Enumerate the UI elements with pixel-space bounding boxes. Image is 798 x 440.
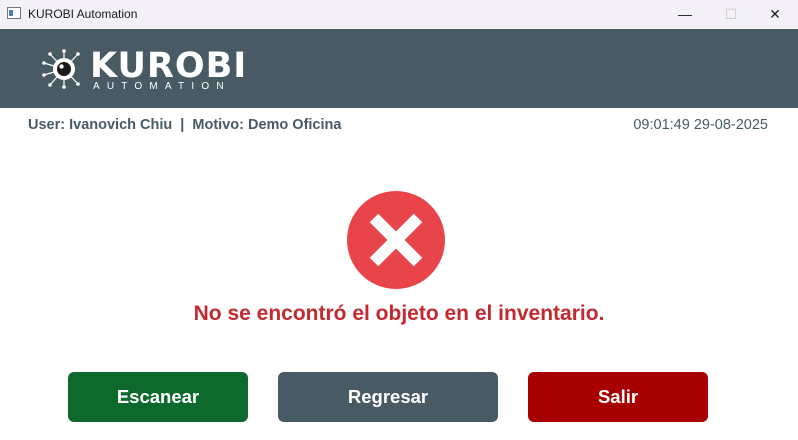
- kurobi-logo: KUROBI AUTOMATION: [40, 44, 246, 94]
- status-message: No se encontró el objeto en el inventari…: [193, 302, 605, 325]
- close-button[interactable]: ✕: [752, 0, 798, 28]
- back-button[interactable]: Regresar: [278, 372, 498, 422]
- maximize-button[interactable]: ☐: [708, 0, 754, 28]
- window-title: KUROBI Automation: [28, 7, 138, 21]
- circuit-eye-icon: [42, 49, 80, 89]
- minimize-button[interactable]: —: [662, 0, 708, 28]
- datetime-display: 09:01:49 29-08-2025: [633, 117, 768, 133]
- logo-wordmark: KUROBI: [90, 46, 248, 86]
- info-bar: User: Ivanovich Chiu | Motivo: Demo Ofic…: [0, 109, 798, 139]
- error-x-icon: [347, 191, 445, 289]
- exit-button[interactable]: Salir: [528, 372, 708, 422]
- app-icon: [7, 7, 21, 19]
- logo-subtitle: AUTOMATION: [93, 81, 231, 92]
- user-info: User: Ivanovich Chiu | Motivo: Demo Ofic…: [28, 117, 342, 133]
- scan-button[interactable]: Escanear: [68, 372, 248, 422]
- window-titlebar[interactable]: KUROBI Automation — ☐ ✕: [0, 0, 798, 28]
